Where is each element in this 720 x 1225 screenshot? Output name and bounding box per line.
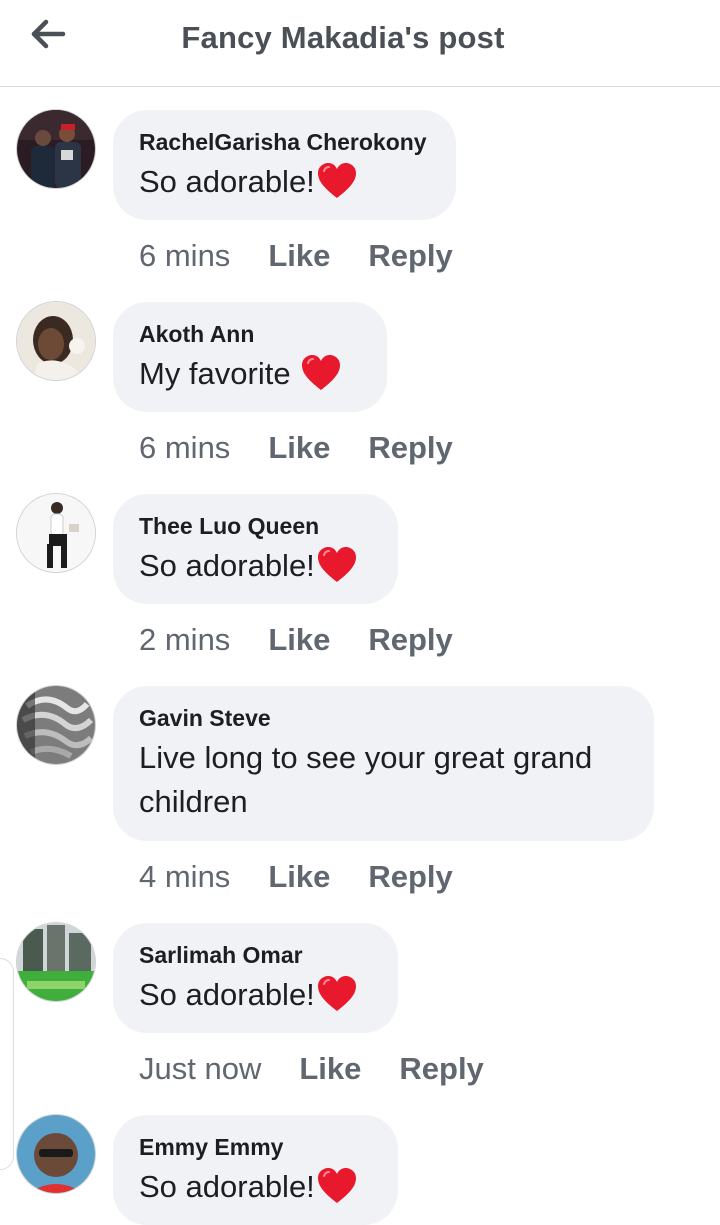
comment-bubble: Thee Luo Queen So adorable! xyxy=(113,494,398,604)
reply-button[interactable]: Reply xyxy=(368,236,452,276)
avatar[interactable] xyxy=(17,494,95,572)
side-scroll-tab[interactable] xyxy=(0,958,14,1170)
comment-text: My favorite xyxy=(139,352,361,396)
comment-text-body: My favorite xyxy=(139,356,300,391)
comment-text: So adorable! xyxy=(139,544,372,588)
comment-timestamp: 6 mins xyxy=(139,238,231,273)
comment-author[interactable]: Thee Luo Queen xyxy=(139,510,372,542)
avatar[interactable] xyxy=(17,1115,95,1193)
comment-text-body: So adorable! xyxy=(139,548,315,583)
comment-text: So adorable! xyxy=(139,160,430,204)
page-title: Fancy Makadia's post xyxy=(181,20,505,55)
comment-timestamp: 4 mins xyxy=(139,859,231,894)
heart-icon xyxy=(317,1168,356,1203)
comment-text: So adorable! xyxy=(139,973,372,1017)
comment-text-body: So adorable! xyxy=(139,1169,315,1204)
like-button[interactable]: Like xyxy=(268,620,330,660)
comment-bubble: Sarlimah Omar So adorable! xyxy=(113,923,398,1033)
comment-author[interactable]: Sarlimah Omar xyxy=(139,939,372,971)
comment-author[interactable]: RachelGarisha Cherokony xyxy=(139,126,430,158)
heart-icon xyxy=(302,355,341,390)
comment-actions: 4 mins Like Reply xyxy=(139,857,453,897)
comment-author[interactable]: Akoth Ann xyxy=(139,318,361,350)
post-header: Fancy Makadia's post xyxy=(0,0,720,87)
comment-text-body: So adorable! xyxy=(139,164,315,199)
heart-icon xyxy=(317,547,356,582)
avatar[interactable] xyxy=(17,302,95,380)
comment-bubble: Emmy Emmy So adorable! xyxy=(113,1115,398,1225)
comment-actions: 6 mins Like Reply xyxy=(139,236,453,276)
avatar[interactable] xyxy=(17,923,95,1001)
comment-text: Live long to see your great grand childr… xyxy=(139,740,593,819)
reply-button[interactable]: Reply xyxy=(368,620,452,660)
comment-timestamp: 6 mins xyxy=(139,430,231,465)
comment-bubble: Gavin Steve Live long to see your great … xyxy=(113,686,654,841)
heart-icon xyxy=(317,163,356,198)
like-button[interactable]: Like xyxy=(268,857,330,897)
heart-icon xyxy=(317,976,356,1011)
comment-bubble: Akoth Ann My favorite xyxy=(113,302,387,412)
comment-actions: Just now Like Reply xyxy=(139,1049,484,1089)
reply-button[interactable]: Reply xyxy=(399,1049,483,1089)
reply-button[interactable]: Reply xyxy=(368,857,452,897)
reply-button[interactable]: Reply xyxy=(368,428,452,468)
comment-timestamp: 2 mins xyxy=(139,622,231,657)
comment-actions: 6 mins Like Reply xyxy=(139,428,453,468)
comment-bubble: RachelGarisha Cherokony So adorable! xyxy=(113,110,456,220)
comment-text: So adorable! xyxy=(139,1165,372,1209)
comment-timestamp: Just now xyxy=(139,1051,262,1086)
comment-actions: 2 mins Like Reply xyxy=(139,620,453,660)
comment-author[interactable]: Gavin Steve xyxy=(139,702,628,734)
like-button[interactable]: Like xyxy=(268,428,330,468)
comment-text-body: So adorable! xyxy=(139,977,315,1012)
avatar[interactable] xyxy=(17,686,95,764)
like-button[interactable]: Like xyxy=(268,236,330,276)
comment-author[interactable]: Emmy Emmy xyxy=(139,1131,372,1163)
avatar[interactable] xyxy=(17,110,95,188)
like-button[interactable]: Like xyxy=(299,1049,361,1089)
